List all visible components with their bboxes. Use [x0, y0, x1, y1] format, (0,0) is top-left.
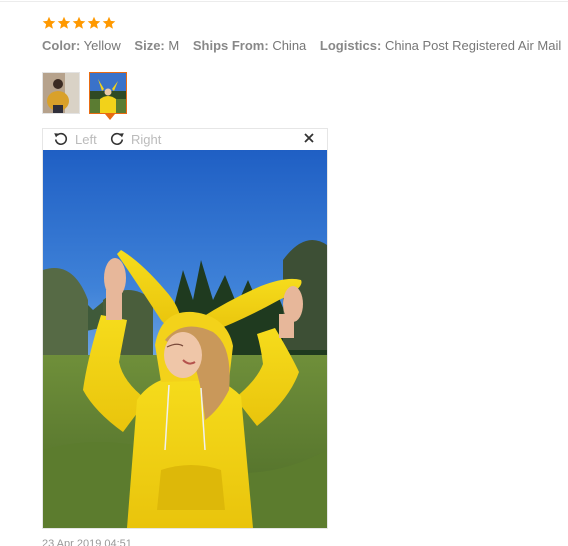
rotate-right-button[interactable]: Right: [109, 131, 161, 147]
star-icon: [102, 16, 116, 29]
selected-indicator: [105, 114, 115, 120]
review-photo-image: [43, 150, 327, 528]
attr-size: Size: M: [134, 38, 179, 53]
review-thumbnail-selected[interactable]: [89, 72, 127, 114]
star-rating: [42, 16, 116, 30]
rotate-left-icon: [54, 132, 68, 146]
rotate-left-button[interactable]: Left: [53, 131, 97, 147]
image-viewer: Left Right: [42, 128, 328, 529]
attr-logistics: Logistics: China Post Registered Air Mai…: [320, 38, 561, 53]
attr-value: M: [168, 38, 180, 53]
star-icon: [57, 16, 71, 29]
attr-color: Color: Yellow: [42, 38, 121, 53]
order-attributes: Color: Yellow Size: M Ships From: China …: [42, 38, 568, 53]
attr-value: China Post Registered Air Mail: [384, 38, 562, 53]
rotate-left-label: Left: [75, 131, 97, 147]
rotate-right-icon: [110, 132, 124, 146]
divider: [0, 1, 568, 2]
rotate-right-label: Right: [131, 131, 162, 147]
star-icon: [72, 16, 86, 29]
attr-value: Yellow: [83, 38, 121, 53]
review-date: 23 Apr 2019 04:51: [42, 538, 132, 546]
thumbnail-image: [90, 73, 126, 113]
star-icon: [42, 16, 56, 29]
attr-label: Color:: [42, 38, 81, 53]
attr-ships-from: Ships From: China: [193, 38, 306, 53]
attr-label: Size:: [134, 38, 165, 53]
attr-value: China: [272, 38, 307, 53]
thumbnail-image: [43, 73, 79, 113]
attr-label: Ships From:: [192, 38, 269, 53]
close-icon[interactable]: [302, 131, 316, 145]
review-thumbnail[interactable]: [42, 72, 80, 114]
star-icon: [87, 16, 101, 29]
review-photo: [43, 150, 327, 528]
review-page: Color: Yellow Size: M Ships From: China …: [0, 0, 568, 546]
attr-label: Logistics:: [319, 38, 382, 53]
viewer-toolbar: Left Right: [43, 129, 327, 150]
